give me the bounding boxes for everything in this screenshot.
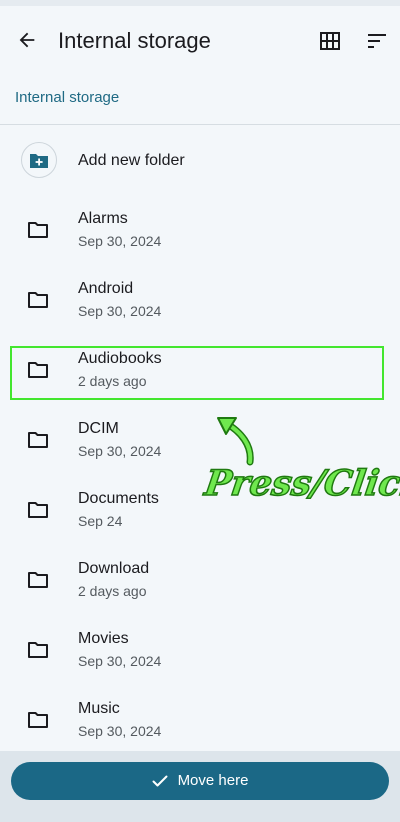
folder-date: 2 days ago	[78, 373, 147, 389]
folder-row-movies[interactable]: Movies Sep 30, 2024	[0, 615, 400, 685]
folder-date: Sep 30, 2024	[78, 303, 162, 319]
back-button[interactable]	[10, 23, 44, 57]
folder-icon	[28, 642, 48, 658]
sort-icon	[368, 34, 386, 48]
folder-name: Download	[78, 560, 150, 577]
folder-row-alarms[interactable]: Alarms Sep 30, 2024	[0, 195, 400, 265]
folder-date: Sep 30, 2024	[78, 233, 162, 249]
folder-name: Android	[78, 280, 134, 297]
annotation-arrow-icon	[217, 417, 254, 466]
folder-name: Audiobooks	[78, 350, 162, 367]
page-title: Internal storage	[58, 28, 211, 53]
folder-name: Movies	[78, 630, 129, 647]
grid-view-icon	[320, 32, 340, 50]
folder-icon	[28, 502, 48, 518]
check-icon	[152, 775, 168, 787]
folder-icon	[28, 362, 48, 378]
screen: Internal storage Internal storage Add ne…	[0, 0, 400, 822]
grid-view-button[interactable]	[315, 26, 345, 56]
folder-icon	[28, 222, 48, 238]
bottom-bar: Move here	[0, 751, 400, 822]
add-folder-icon	[30, 153, 48, 168]
folder-icon	[28, 292, 48, 308]
add-folder-button[interactable]	[21, 142, 57, 178]
folder-row-android[interactable]: Android Sep 30, 2024	[0, 265, 400, 335]
breadcrumb[interactable]: Internal storage	[15, 88, 119, 108]
add-folder-label: Add new folder	[78, 152, 185, 169]
annotation-label: Press/Click	[201, 462, 400, 505]
folder-date: Sep 30, 2024	[78, 723, 162, 739]
folder-date: Sep 30, 2024	[78, 653, 162, 669]
app-bar: Internal storage	[0, 6, 400, 76]
folder-row-audiobooks[interactable]: Audiobooks 2 days ago	[0, 335, 400, 405]
folder-row-download[interactable]: Download 2 days ago	[0, 545, 400, 615]
folder-row-music[interactable]: Music Sep 30, 2024	[0, 685, 400, 755]
folder-date: 2 days ago	[78, 583, 147, 599]
folder-name: Music	[78, 700, 120, 717]
folder-icon	[28, 572, 48, 588]
back-arrow-icon	[19, 32, 35, 48]
folder-name: Alarms	[78, 210, 128, 227]
folder-icon	[28, 712, 48, 728]
add-new-folder-row[interactable]: Add new folder	[0, 125, 400, 195]
folder-date: Sep 30, 2024	[78, 443, 162, 459]
move-here-button[interactable]: Move here	[11, 762, 389, 800]
folder-name: DCIM	[78, 420, 119, 437]
move-here-label: Move here	[177, 772, 249, 789]
folder-date: Sep 24	[78, 513, 123, 529]
folder-icon	[28, 432, 48, 448]
sort-button[interactable]	[362, 26, 392, 56]
folder-name: Documents	[78, 490, 159, 507]
